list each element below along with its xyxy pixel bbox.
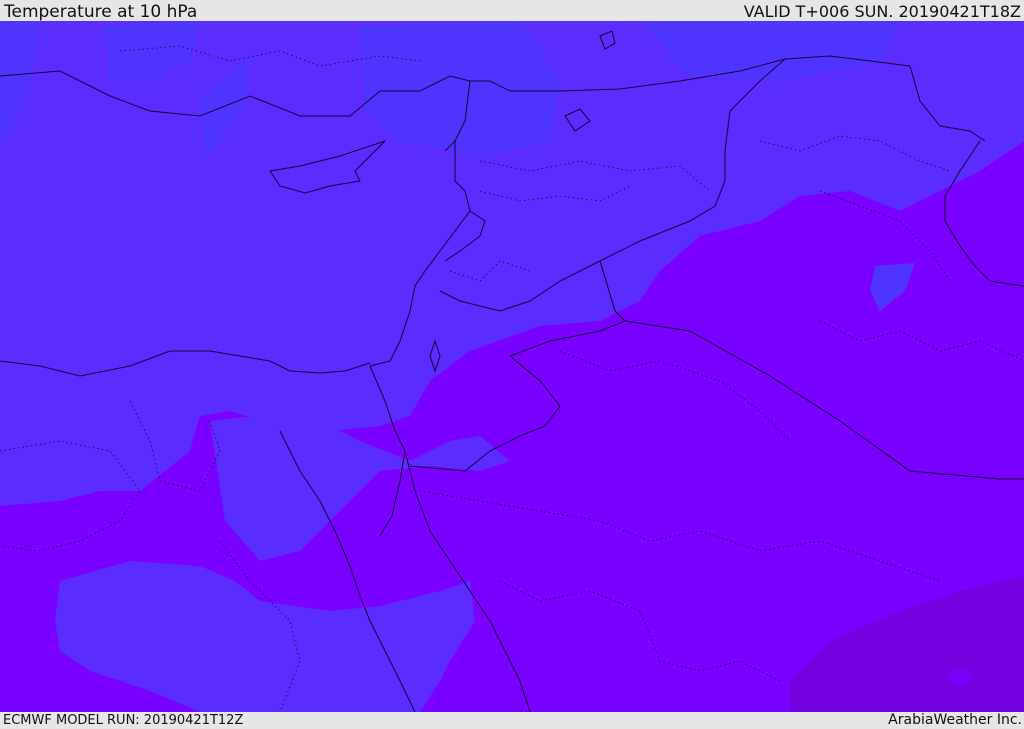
model-run-label: ECMWF MODEL RUN: 20190421T12Z bbox=[3, 713, 244, 728]
map-title: Temperature at 10 hPa bbox=[4, 2, 198, 22]
temperature-band-southeast-spot bbox=[948, 669, 972, 685]
valid-time-label: VALID T+006 SUN. 20190421T18Z bbox=[743, 2, 1021, 21]
header-bar: Temperature at 10 hPa VALID T+006 SUN. 2… bbox=[0, 0, 1024, 21]
map-canvas bbox=[0, 21, 1024, 712]
credit-label: ArabiaWeather Inc. bbox=[888, 712, 1022, 728]
footer-bar: ECMWF MODEL RUN: 20190421T12Z ArabiaWeat… bbox=[0, 712, 1024, 729]
temperature-map bbox=[0, 21, 1024, 712]
map-page: Temperature at 10 hPa VALID T+006 SUN. 2… bbox=[0, 0, 1024, 729]
